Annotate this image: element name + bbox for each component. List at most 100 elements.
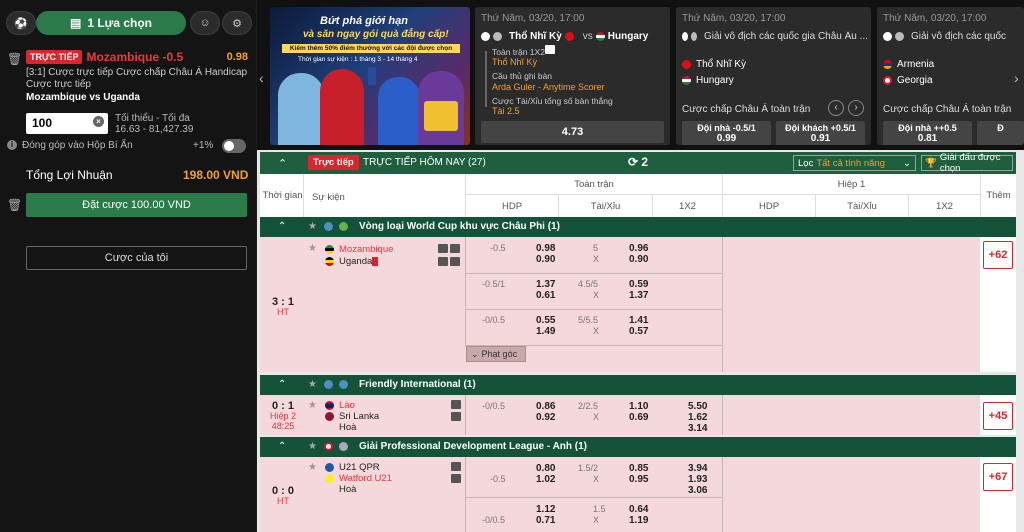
selection-count-button[interactable]: ▤ 1 Lựa chọn <box>36 11 186 35</box>
featured-leagues-button[interactable]: 🏆 Giải đấu được chọn <box>921 152 1013 174</box>
ou-under-mark: X <box>593 326 600 336</box>
collapse-icon[interactable]: ⌃ <box>278 379 286 390</box>
min-max-label: Tối thiểu - Tối đa <box>115 113 190 124</box>
featured-card-1[interactable]: Thứ Năm, 03/20, 17:00 Thổ Nhĩ Kỳ vs Hung… <box>475 7 670 145</box>
scoreboard-icon[interactable] <box>450 257 460 266</box>
chevron-left-icon[interactable]: ‹ <box>259 70 264 86</box>
red-card-icon <box>372 257 378 266</box>
away-win-odds[interactable]: 1.62 <box>688 412 707 423</box>
hdp-home-odds[interactable]: 0.86 <box>536 401 555 412</box>
featured-card-2[interactable]: Thứ Năm, 03/20, 17:00 Giải vô địch các q… <box>676 7 871 145</box>
stake-input[interactable]: 100 × <box>26 113 108 134</box>
home-win-odds[interactable]: 3.94 <box>688 463 707 474</box>
promo-banner[interactable]: Bứt phá giới hạn và săn ngay gói quà đẳn… <box>270 7 470 145</box>
star-icon[interactable]: ★ <box>308 379 317 390</box>
star-icon[interactable]: ★ <box>308 243 317 254</box>
featured-card-3[interactable]: Thứ Năm, 03/20, 17:00 Giải vô địch các q… <box>877 7 1024 145</box>
over-odds[interactable]: 0.85 <box>629 463 648 474</box>
more-markets-button[interactable]: +45 <box>983 402 1013 430</box>
away-win-odds[interactable]: 1.93 <box>688 474 707 485</box>
live-tab[interactable]: Trực tiếp <box>308 155 359 170</box>
hdp-home-odds[interactable]: 0.55 <box>536 315 555 326</box>
pitch-icon[interactable] <box>438 257 448 266</box>
filter-label: Lọc <box>798 157 814 169</box>
football-icon-button[interactable]: ⚽ <box>6 11 36 35</box>
trash-icon[interactable]: 🗑 <box>7 52 22 66</box>
hdp-home-odds[interactable]: 0.98 <box>536 243 555 254</box>
more-markets-button[interactable]: +62 <box>983 241 1013 269</box>
under-odds[interactable]: 1.37 <box>629 290 648 301</box>
home-odds-button[interactable]: Đội nhà -0.5/1 0.99 <box>682 121 771 145</box>
contribute-toggle[interactable] <box>222 139 246 153</box>
trash-all-icon[interactable]: 🗑 <box>7 198 22 212</box>
col-ft-ou: Tài/Xỉu <box>558 195 652 217</box>
over-odds[interactable]: 0.96 <box>629 243 648 254</box>
more-markets-button[interactable]: +67 <box>983 463 1013 491</box>
away-odds-button[interactable]: Đ <box>977 121 1024 145</box>
under-odds[interactable]: 0.57 <box>629 326 648 337</box>
hungary-flag-icon <box>595 32 605 41</box>
live-stream-icon[interactable] <box>450 244 460 253</box>
info-icon[interactable]: i <box>7 140 17 150</box>
place-bet-button[interactable]: Đặt cược 100.00 VND <box>26 193 247 217</box>
under-odds[interactable]: 0.95 <box>629 474 648 485</box>
away-odds-button[interactable]: Đội khách +0.5/1 0.91 <box>776 121 865 145</box>
hdp-away-odds[interactable]: 0.61 <box>536 290 555 301</box>
stake-value: 100 <box>32 116 53 130</box>
star-icon[interactable]: ★ <box>308 400 317 411</box>
over-odds[interactable]: 1.41 <box>629 315 648 326</box>
match-actions <box>438 244 460 253</box>
col-full-time: Toàn trận <box>465 174 722 195</box>
hdp-away-odds[interactable]: 0.71 <box>536 515 555 526</box>
min-max-value: 16.63 - 81,427.39 <box>115 124 194 135</box>
refresh-button[interactable]: ⟳ 2 <box>628 155 648 169</box>
star-icon[interactable]: ★ <box>308 462 317 473</box>
chevron-left-icon[interactable]: ‹ <box>828 100 844 116</box>
over-odds[interactable]: 0.59 <box>629 279 648 290</box>
chevron-right-icon[interactable]: › <box>848 100 864 116</box>
collapse-icon[interactable]: ⌃ <box>278 221 286 232</box>
stats-button[interactable] <box>451 400 461 412</box>
under-odds[interactable]: 0.69 <box>629 412 648 423</box>
hdp-away-odds[interactable]: 1.49 <box>536 326 555 337</box>
stats-icon[interactable] <box>438 244 448 253</box>
betslip-icon: ▤ <box>69 16 82 30</box>
hdp-away-odds[interactable]: 1.02 <box>536 474 555 485</box>
corners-button[interactable]: ⌄ Phạt góc <box>466 346 526 362</box>
over-odds[interactable]: 1.10 <box>629 401 648 412</box>
hdp-home-odds[interactable]: 1.37 <box>536 279 555 290</box>
my-bets-button[interactable]: Cược của tôi <box>26 246 247 270</box>
filter-select[interactable]: Lọc Tất cả tính năng ⌄ <box>793 155 916 171</box>
hdp-away-odds[interactable]: 0.92 <box>536 412 555 423</box>
hdp-home-odds[interactable]: 1.12 <box>536 504 555 515</box>
star-icon[interactable]: ★ <box>308 221 317 232</box>
league-badge-icon <box>339 442 348 451</box>
settings-button[interactable]: ⚙ <box>222 11 252 35</box>
pitch-button[interactable] <box>451 474 461 486</box>
user-button[interactable]: ☺ <box>190 11 220 35</box>
hdp-away-odds[interactable]: 0.90 <box>536 254 555 265</box>
draw-odds[interactable]: 3.06 <box>688 485 707 496</box>
home-odds-button[interactable]: Đội nhà ++0.5 0.81 <box>883 121 972 145</box>
ou-line: 4.5/5 <box>578 279 599 289</box>
over-odds[interactable]: 0.64 <box>629 504 648 515</box>
col-h1-hdp: HDP <box>722 195 815 217</box>
chevron-right-icon[interactable]: › <box>1014 70 1019 86</box>
home-win-odds[interactable]: 5.50 <box>688 401 707 412</box>
collapse-all-icon[interactable]: ⌃ <box>278 157 287 170</box>
ou-line: 1.5/2 <box>578 463 599 473</box>
live-badge: TRỰC TIẾP <box>26 50 83 64</box>
star-icon[interactable]: ★ <box>308 441 317 452</box>
stats-button[interactable] <box>451 462 461 474</box>
under-odds[interactable]: 0.90 <box>629 254 648 265</box>
home-team: U21 QPR <box>339 462 380 473</box>
team-a: Thổ Nhĩ Kỳ <box>509 31 562 42</box>
home-label: Đội nhà ++0.5 <box>898 123 957 133</box>
under-odds[interactable]: 1.19 <box>629 515 648 526</box>
clear-icon[interactable]: × <box>93 116 104 127</box>
combo-odds-button[interactable]: 4.73 <box>481 121 664 143</box>
collapse-icon[interactable]: ⌃ <box>278 441 286 452</box>
draw-odds[interactable]: 3.14 <box>688 423 707 434</box>
hdp-home-odds[interactable]: 0.80 <box>536 463 555 474</box>
pitch-button[interactable] <box>451 412 461 424</box>
